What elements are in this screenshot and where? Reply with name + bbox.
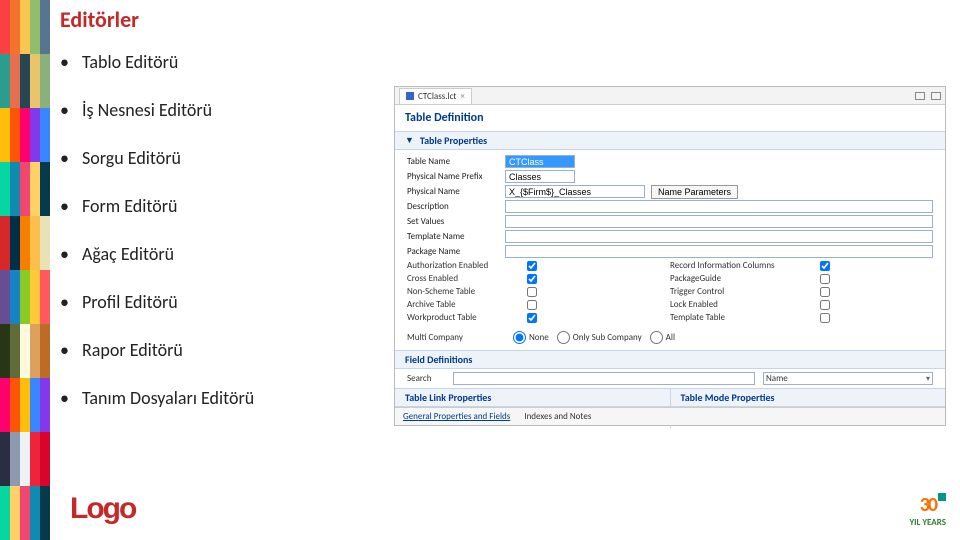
label-physical-name-prefix: Physical Name Prefix [407,171,505,182]
label-workproduct: Workproduct Table [407,312,527,323]
physical-name-input[interactable] [505,185,645,198]
template-table-checkbox[interactable] [820,313,830,323]
radio-none[interactable]: None [513,331,549,344]
trigger-control-checkbox[interactable] [820,287,830,297]
bullet-item: Tanım Dosyaları Editörü [82,387,390,409]
editor-tabbar: CTClass.lct × [395,87,945,105]
table-editor-window: CTClass.lct × Table Definition ▼ Table P… [394,86,946,426]
label-table-name: Table Name [407,156,505,167]
bullet-item: Profil Editörü [82,291,390,313]
set-values-input[interactable] [505,215,933,228]
bullet-item: Tablo Editörü [82,51,390,73]
label-search: Search [407,373,445,384]
slide-content: Editörler Tablo Editörü İş Nesnesi Editö… [60,6,390,435]
editor-bottom-tabs: General Properties and Fields Indexes an… [395,407,945,425]
label-set-values: Set Values [407,216,505,227]
anniversary-badge: 30 YIL YEARS [909,493,946,528]
archive-table-checkbox[interactable] [527,300,537,310]
workproduct-table-checkbox[interactable] [527,313,537,323]
table-name-input[interactable] [505,155,575,168]
name-parameters-button[interactable]: Name Parameters [651,185,738,199]
bullet-item: Ağaç Editörü [82,243,390,265]
radio-all[interactable]: All [650,331,675,344]
twistie-down-icon: ▼ [405,135,414,146]
checkbox-columns: Authorization Enabled Cross Enabled Non-… [407,259,933,324]
bullet-item: Form Editörü [82,195,390,217]
bullet-list: Tablo Editörü İş Nesnesi Editörü Sorgu E… [60,51,390,409]
label-auth-enabled: Authorization Enabled [407,260,527,271]
bullet-item: Sorgu Editörü [82,147,390,169]
label-non-scheme: Non-Scheme Table [407,286,527,297]
section-field-definitions[interactable]: Field Definitions [395,350,945,369]
field-definitions-search-row: Search Name▾ [395,369,945,388]
field-def-name-dropdown[interactable]: Name▾ [763,372,933,385]
editor-tab[interactable]: CTClass.lct × [399,88,472,104]
authorization-enabled-checkbox[interactable] [527,261,537,271]
non-scheme-table-checkbox[interactable] [527,287,537,297]
lock-enabled-checkbox[interactable] [820,300,830,310]
record-info-columns-checkbox[interactable] [820,261,830,271]
template-name-input[interactable] [505,230,933,243]
square-icon [938,493,946,501]
restore-icon[interactable] [915,92,925,100]
label-template-table: Template Table [670,312,820,323]
label-physical-name: Physical Name [407,186,505,197]
label-description: Description [407,201,505,212]
physical-name-prefix-input[interactable] [505,170,575,183]
bottom-tab-general[interactable]: General Properties and Fields [403,411,510,422]
label-package-name: Package Name [407,246,505,257]
package-name-input[interactable] [505,245,933,258]
cross-enabled-checkbox[interactable] [527,274,537,284]
label-template-name: Template Name [407,231,505,242]
bullet-item: İş Nesnesi Editörü [82,99,390,121]
years-label: YIL YEARS [909,517,946,528]
label-archive: Archive Table [407,299,527,310]
multi-company-row: Multi Company None Only Sub Company All [395,328,945,350]
label-package-guide: PackageGuide [670,273,820,284]
editor-header: Table Definition [395,105,945,131]
brand-logo: Logo [70,492,135,526]
radio-only-sub[interactable]: Only Sub Company [557,331,642,344]
label-trigger-control: Trigger Control [670,286,820,297]
chevron-down-icon: ▾ [926,374,930,384]
section-table-link-properties[interactable]: Table Link Properties [395,389,670,407]
file-icon [406,92,414,100]
close-icon[interactable]: × [460,91,464,102]
section-table-mode-properties[interactable]: Table Mode Properties [671,389,946,407]
tab-label: CTClass.lct [418,91,456,102]
field-def-search-input[interactable] [453,372,755,385]
table-properties-form: Table Name Physical Name Prefix Physical… [395,150,945,328]
section-table-properties[interactable]: ▼ Table Properties [395,131,945,150]
maximize-icon[interactable] [931,92,941,100]
decorative-stripe [0,0,50,540]
years-number: 30 [920,493,936,517]
bottom-tab-indexes[interactable]: Indexes and Notes [524,411,591,422]
slide-title: Editörler [60,6,390,33]
package-guide-checkbox[interactable] [820,274,830,284]
label-lock-enabled: Lock Enabled [670,299,820,310]
bullet-item: Rapor Editörü [82,339,390,361]
label-cross-enabled: Cross Enabled [407,273,527,284]
description-input[interactable] [505,200,933,213]
label-record-info: Record Information Columns [670,260,820,271]
label-multi-company: Multi Company [407,332,505,343]
